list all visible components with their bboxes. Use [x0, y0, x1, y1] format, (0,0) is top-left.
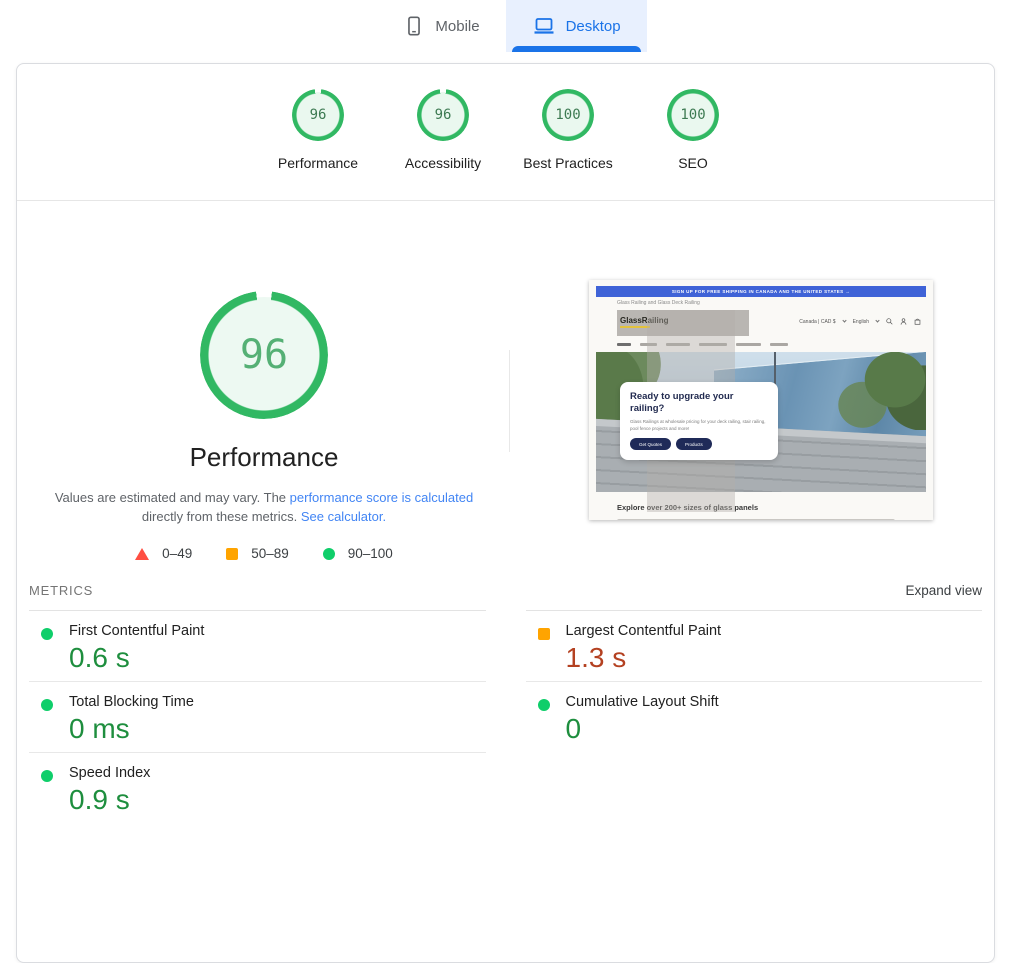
accessibility-gauge-label: Accessibility	[405, 155, 481, 171]
chevron-down-icon	[842, 318, 846, 322]
logo-accent	[620, 326, 650, 328]
site-screenshot-thumbnail: SIGN UP FOR FREE SHIPPING IN CANADA AND …	[589, 280, 933, 520]
performance-big-score: 96	[200, 291, 328, 419]
legend-average-range: 50–89	[251, 546, 289, 561]
score-calc-link[interactable]: performance score is calculated	[290, 490, 474, 505]
metric-cumulative-layout-shift: Cumulative Layout Shift 0	[526, 682, 983, 752]
metric-value: 0	[566, 714, 983, 744]
legend-average: 50–89	[226, 546, 289, 561]
metrics-header: METRICS Expand view	[17, 571, 994, 610]
performance-gauge-label: Performance	[278, 155, 358, 171]
vertical-divider	[509, 350, 510, 452]
thumb-hero-heading: Ready to upgrade your railing?	[630, 391, 768, 415]
accessibility-gauge-ring: 96	[417, 89, 469, 141]
average-square-icon	[538, 628, 550, 640]
score-legend: 0–49 50–89 90–100	[17, 546, 511, 561]
metric-name: First Contentful Paint	[69, 623, 486, 639]
thumb-hero-image: Ready to upgrade your railing? Glass Rai…	[596, 352, 926, 492]
disclaimer-text: Values are estimated and may vary. The	[55, 490, 290, 505]
score-summary-row: 96 Performance 96 Accessibility 100 Best…	[256, 89, 756, 171]
summary-gauge-accessibility[interactable]: 96 Accessibility	[381, 89, 506, 171]
summary-gauge-seo[interactable]: 100 SEO	[631, 89, 756, 171]
search-icon	[886, 318, 893, 325]
seo-gauge-ring: 100	[667, 89, 719, 141]
metric-first-contentful-paint: First Contentful Paint 0.6 s	[29, 611, 486, 682]
active-tab-underline	[512, 46, 641, 52]
performance-section-title: Performance	[17, 442, 511, 473]
good-circle-icon	[538, 699, 550, 711]
best-practices-score: 100	[542, 89, 594, 141]
disclaimer-text-2: directly from these metrics.	[142, 509, 301, 524]
tab-desktop[interactable]: Desktop	[506, 0, 647, 52]
average-square-icon	[226, 548, 238, 560]
performance-big-gauge: 96	[200, 291, 328, 419]
metric-speed-index: Speed Index 0.9 s	[29, 753, 486, 823]
expand-view-button[interactable]: Expand view	[905, 583, 982, 598]
good-circle-icon	[41, 628, 53, 640]
thumb-tagline: Glass Railing and Glass Deck Railing	[617, 300, 700, 306]
legend-fail: 0–49	[135, 546, 192, 561]
thumb-locale: Canada | CAD $	[799, 319, 835, 325]
metric-value: 0 ms	[69, 714, 486, 744]
tab-mobile-label: Mobile	[435, 18, 479, 35]
metric-largest-contentful-paint: Largest Contentful Paint 1.3 s	[526, 611, 983, 682]
metrics-heading: METRICS	[29, 583, 93, 598]
account-icon	[900, 318, 907, 325]
mobile-phone-icon	[403, 15, 425, 37]
trees-graphic	[804, 352, 926, 430]
performance-summary-panel: 96 Performance Values are estimated and …	[17, 201, 511, 571]
legend-fail-range: 0–49	[162, 546, 192, 561]
metrics-left-column: First Contentful Paint 0.6 s Total Block…	[29, 610, 486, 823]
metric-total-blocking-time: Total Blocking Time 0 ms	[29, 682, 486, 753]
screenshot-panel: SIGN UP FOR FREE SHIPPING IN CANADA AND …	[511, 201, 994, 571]
performance-gauge-ring: 96	[292, 89, 344, 141]
thumb-get-quotes-button: Get Quotes	[630, 438, 671, 450]
device-tabbar: Mobile Desktop	[0, 0, 1024, 52]
tab-mobile[interactable]: Mobile	[377, 0, 505, 52]
metric-value: 1.3 s	[566, 643, 983, 673]
best-practices-gauge-label: Best Practices	[523, 155, 612, 171]
thumb-announcement-text: SIGN UP FOR FREE SHIPPING IN CANADA AND …	[672, 289, 850, 294]
metric-name: Cumulative Layout Shift	[566, 694, 983, 710]
good-circle-icon	[41, 770, 53, 782]
score-disclaimer: Values are estimated and may vary. The p…	[52, 488, 476, 526]
metric-value: 0.6 s	[69, 643, 486, 673]
thumb-announcement-bar: SIGN UP FOR FREE SHIPPING IN CANADA AND …	[596, 286, 926, 297]
metric-name: Speed Index	[69, 765, 486, 781]
tab-desktop-label: Desktop	[566, 18, 621, 35]
desktop-laptop-icon	[532, 14, 556, 38]
metrics-right-column: Largest Contentful Paint 1.3 s Cumulativ…	[526, 610, 983, 823]
metric-name: Largest Contentful Paint	[566, 623, 983, 639]
cart-bag-icon	[914, 318, 921, 325]
thumb-header-utilities: Canada | CAD $ English	[799, 318, 921, 325]
thumb-hero-card: Ready to upgrade your railing? Glass Rai…	[620, 382, 778, 460]
accessibility-score: 96	[417, 89, 469, 141]
report-card: 96 Performance 96 Accessibility 100 Best…	[16, 63, 995, 963]
see-calculator-link[interactable]: See calculator.	[301, 509, 386, 524]
thumb-paragraph-placeholder	[617, 519, 895, 520]
good-circle-icon	[323, 548, 335, 560]
seo-gauge-label: SEO	[678, 155, 708, 171]
summary-gauge-performance[interactable]: 96 Performance	[256, 89, 381, 171]
metric-name: Total Blocking Time	[69, 694, 486, 710]
legend-good: 90–100	[323, 546, 393, 561]
good-circle-icon	[41, 699, 53, 711]
best-practices-gauge-ring: 100	[542, 89, 594, 141]
seo-score: 100	[667, 89, 719, 141]
thumb-language: English	[853, 319, 869, 325]
chevron-down-icon	[875, 318, 879, 322]
thumb-hero-body: Glass Railings at wholesale pricing for …	[630, 419, 768, 433]
performance-score: 96	[292, 89, 344, 141]
summary-gauge-best-practices[interactable]: 100 Best Practices	[506, 89, 631, 171]
thumb-products-button: Products	[676, 438, 712, 450]
performance-section: 96 Performance Values are estimated and …	[17, 201, 994, 571]
legend-good-range: 90–100	[348, 546, 393, 561]
fail-triangle-icon	[135, 548, 149, 560]
metrics-grid: First Contentful Paint 0.6 s Total Block…	[17, 610, 994, 823]
